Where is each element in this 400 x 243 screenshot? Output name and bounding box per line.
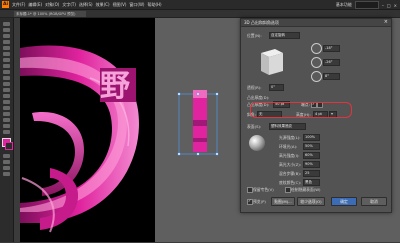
position-label: 位置(N): xyxy=(247,33,262,38)
menu-effect[interactable]: 效果(C) xyxy=(96,2,110,8)
surface-select[interactable]: 塑料效果底纹 xyxy=(269,123,306,130)
light-intensity-label: 光源强度(L): xyxy=(279,135,301,140)
svg-text:野: 野 xyxy=(100,69,130,104)
curvature-tool-icon[interactable] xyxy=(3,52,10,56)
highlight-size-label: 高光大小(Z): xyxy=(279,162,302,167)
menu-object[interactable]: 对象(O) xyxy=(45,2,59,8)
width-tool-icon[interactable] xyxy=(3,106,10,110)
more-tools-icon[interactable] xyxy=(3,172,10,176)
angle-y-field[interactable]: -26° xyxy=(323,59,340,66)
extrude-section-label: 凸出厚度(D): xyxy=(247,95,270,100)
workspace-switcher[interactable]: 基本功能 xyxy=(336,2,352,8)
shade-color-label: 底纹颜色(C): xyxy=(279,180,302,185)
hand-tool-icon[interactable] xyxy=(3,130,10,134)
app-logo: Ai xyxy=(2,1,9,8)
menu-help[interactable]: 帮助(H) xyxy=(147,2,161,8)
lighting-sphere[interactable] xyxy=(249,135,265,151)
gradient-tool-icon[interactable] xyxy=(3,118,10,122)
menu-view[interactable]: 视图(V) xyxy=(113,2,127,8)
menu-type[interactable]: 文字(T) xyxy=(62,2,76,8)
highlight-intensity-label: 高光强度(I): xyxy=(279,153,300,158)
menu-edit[interactable]: 编辑(E) xyxy=(28,2,42,8)
scale-tool-icon[interactable] xyxy=(3,100,10,104)
eraser-tool-icon[interactable] xyxy=(3,88,10,92)
document-tab-bar: 未标题-1* @ 100% (RGB/GPU 预览) xyxy=(0,10,400,18)
menu-list: 文件(F) 编辑(E) 对象(O) 文字(T) 选择(S) 效果(C) 视图(V… xyxy=(12,2,162,8)
ok-button[interactable]: 确定 xyxy=(331,197,357,206)
map-button[interactable]: 贴图(M)... xyxy=(271,197,295,206)
cancel-button[interactable]: 取消 xyxy=(361,197,387,206)
search-input[interactable] xyxy=(354,1,379,9)
draw-hidden-label: 绘制隐藏表面(W) xyxy=(291,187,321,192)
blend-steps-label: 混合步骤(B): xyxy=(279,171,302,176)
perspective-label: 透视(R): xyxy=(247,85,262,90)
direct-selection-tool-icon[interactable] xyxy=(3,28,10,32)
screen-mode-icon[interactable] xyxy=(3,166,10,170)
artboard[interactable]: 野 xyxy=(20,18,155,242)
lasso-tool-icon[interactable] xyxy=(3,40,10,44)
dialog-title: 3D 凸出和斜角选项 × xyxy=(241,19,391,27)
stroke-color-swatch[interactable] xyxy=(5,142,13,150)
menu-window[interactable]: 窗口(W) xyxy=(129,2,144,8)
close-icon[interactable]: × xyxy=(394,3,397,8)
light-intensity-field[interactable]: 100% xyxy=(303,134,320,141)
position-select[interactable]: 自定旋转 xyxy=(269,32,300,39)
shade-color-select[interactable]: 黑色 xyxy=(303,179,320,186)
preserve-spot-label: 保留专色(V) xyxy=(253,187,274,192)
ambient-label: 环境光(A): xyxy=(279,144,298,149)
rotate-tool-icon[interactable] xyxy=(3,94,10,98)
fewer-options-button[interactable]: 较少选项(O) xyxy=(297,197,325,206)
menu-bar: Ai 文件(F) 编辑(E) 对象(O) 文字(T) 选择(S) 效果(C) 视… xyxy=(0,0,400,10)
shape-builder-tool-icon[interactable] xyxy=(3,112,10,116)
swap-colors-icon[interactable] xyxy=(3,154,10,158)
preview-label: 预览(P) xyxy=(253,199,266,204)
rotate-x-dial[interactable] xyxy=(311,43,322,54)
dialog-title-text: 3D 凸出和斜角选项 xyxy=(244,20,279,25)
pen-tool-icon[interactable] xyxy=(3,46,10,50)
line-tool-icon[interactable] xyxy=(3,64,10,68)
blend-steps-field[interactable]: 25 xyxy=(303,170,320,177)
artwork-3d-text: 野 xyxy=(20,45,139,233)
rotate-y-dial[interactable] xyxy=(311,57,322,68)
bevel-highlight-annotation xyxy=(250,102,352,118)
paintbrush-tool-icon[interactable] xyxy=(3,76,10,80)
highlight-size-field[interactable]: 90% xyxy=(303,161,320,168)
rectangle-tool-icon[interactable] xyxy=(3,70,10,74)
menu-file[interactable]: 文件(F) xyxy=(12,2,25,8)
magic-wand-tool-icon[interactable] xyxy=(3,34,10,38)
document-tab[interactable]: 未标题-1* @ 100% (RGB/GPU 预览) xyxy=(14,11,86,17)
type-tool-icon[interactable] xyxy=(3,58,10,62)
menu-select[interactable]: 选择(S) xyxy=(79,2,93,8)
selection-tool-icon[interactable] xyxy=(3,22,10,26)
ambient-field[interactable]: 50% xyxy=(303,143,320,150)
angle-z-field[interactable]: 8° xyxy=(323,73,340,80)
tools-panel xyxy=(0,18,14,242)
dialog-close-icon[interactable]: × xyxy=(384,19,388,26)
menu-right: 基本功能 – □ × xyxy=(336,1,397,9)
highlight-intensity-field[interactable]: 60% xyxy=(303,152,320,159)
eyedropper-tool-icon[interactable] xyxy=(3,124,10,128)
pencil-tool-icon[interactable] xyxy=(3,82,10,86)
angle-x-field[interactable]: -18° xyxy=(323,45,340,52)
maximize-icon[interactable]: □ xyxy=(387,3,391,8)
minimize-icon[interactable]: – xyxy=(382,3,384,8)
surface-label: 表面(S): xyxy=(247,124,262,129)
rotation-cube-preview[interactable] xyxy=(259,47,285,77)
rotate-z-dial[interactable] xyxy=(311,71,322,82)
drawing-mode-icon[interactable] xyxy=(3,160,10,164)
perspective-field[interactable]: 0° xyxy=(269,84,284,91)
